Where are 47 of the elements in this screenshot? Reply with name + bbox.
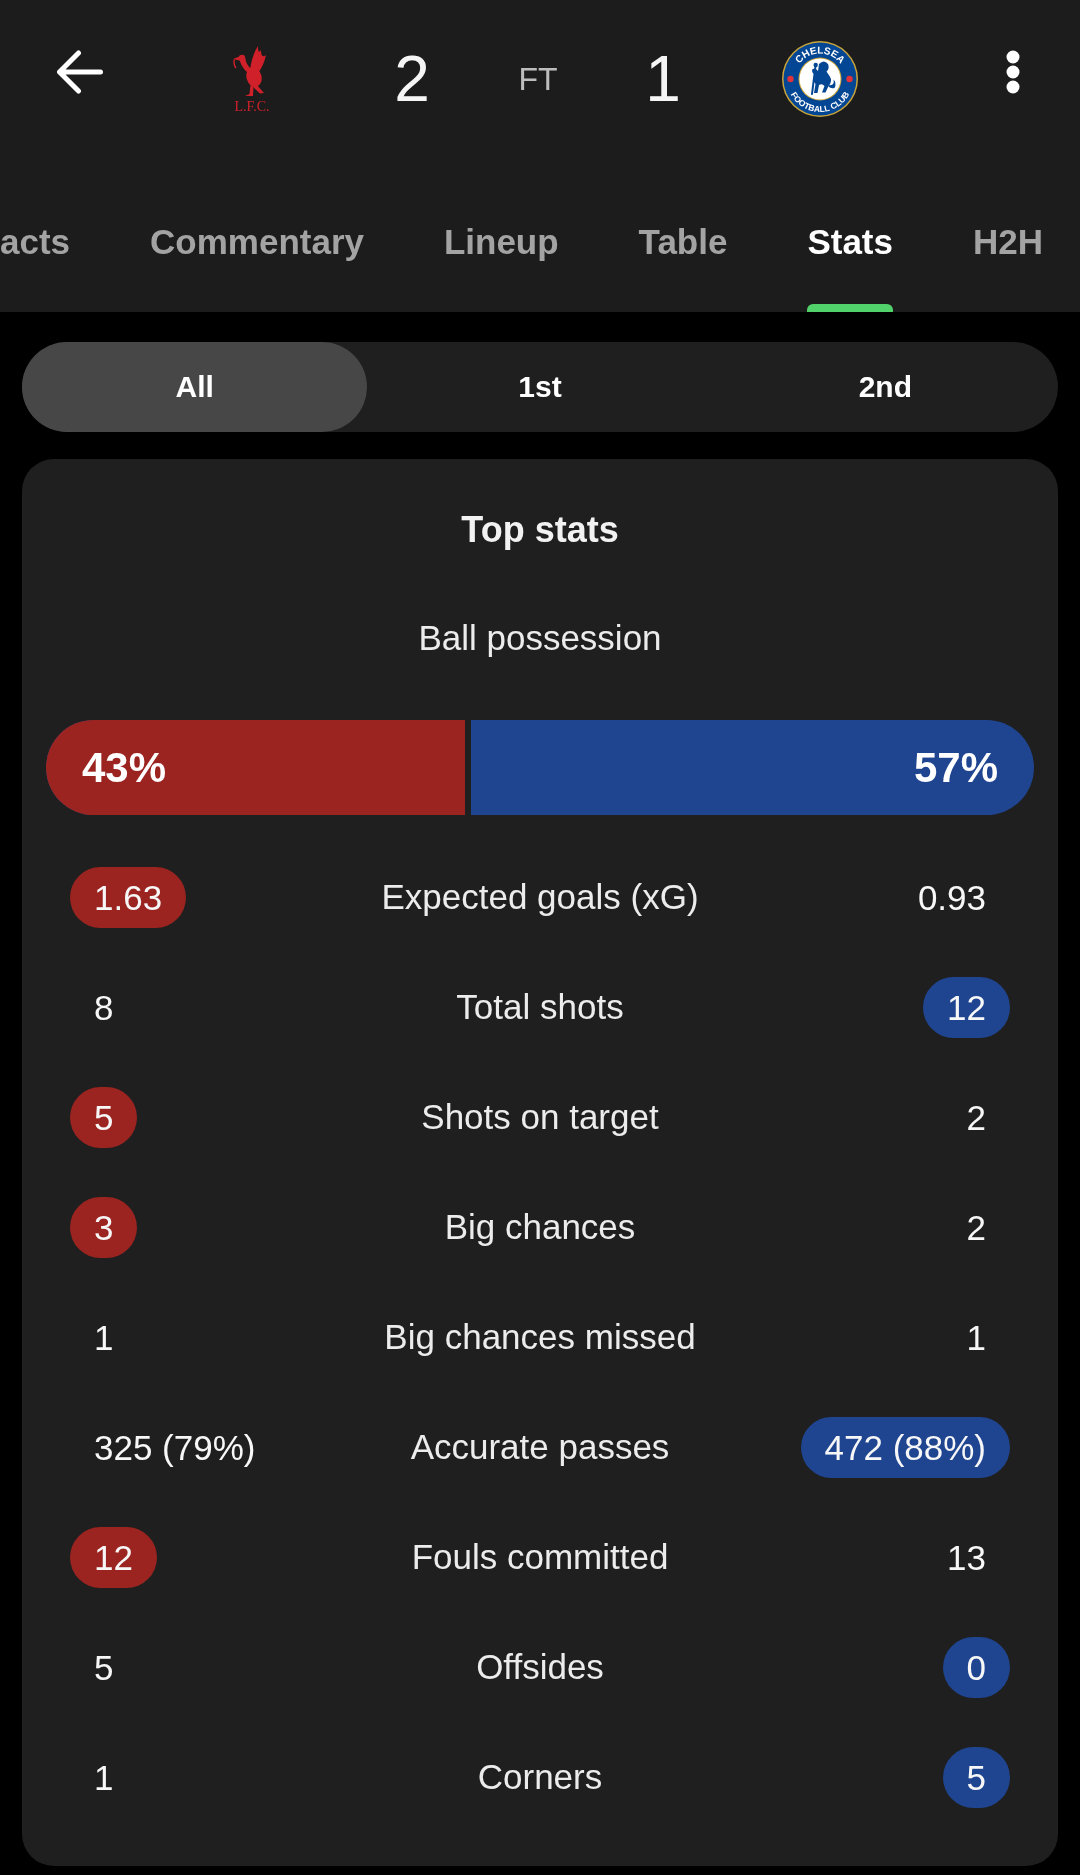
stat-value: 5	[942, 1746, 1010, 1808]
stat-value: 472 (88%)	[800, 1416, 1010, 1478]
stat-value: 0	[942, 1636, 1010, 1698]
stat-label: Corners	[477, 1756, 603, 1798]
stat-value: 2	[966, 1096, 986, 1139]
stat-value: 0.93	[917, 876, 986, 919]
period-tab[interactable]: 2nd	[712, 342, 1058, 432]
stat-value: 1	[94, 1316, 114, 1359]
away-score: 1	[645, 47, 681, 111]
stat-value: 13	[947, 1536, 986, 1579]
stat-label: Big chances missed	[384, 1316, 696, 1358]
stat-value: 5	[70, 1086, 138, 1148]
more-options-icon[interactable]	[1006, 50, 1020, 94]
stat-value: 325 (79%)	[94, 1426, 256, 1469]
stat-value: 1	[966, 1316, 986, 1359]
stat-value: 1	[94, 1756, 114, 1799]
stat-value: 1.63	[70, 866, 187, 928]
possession-value: 57%	[913, 742, 998, 793]
crest-icon	[782, 41, 858, 117]
stat-value: 12	[923, 976, 1010, 1038]
match-status: FT	[518, 61, 558, 97]
stat-value: 2	[966, 1206, 986, 1249]
stat-label: Offsides	[476, 1646, 604, 1688]
stat-label: Total shots	[456, 986, 624, 1028]
stat-label: Expected goals (xG)	[381, 876, 699, 918]
tab[interactable]: Lineup	[443, 158, 559, 312]
stat-value: 3	[70, 1196, 138, 1258]
period-tab[interactable]: 1st	[367, 342, 713, 432]
stat-label: Ball possession	[418, 617, 662, 659]
stat-value: 12	[70, 1526, 157, 1588]
tab[interactable]: Commentary	[150, 158, 364, 312]
possession-value: 43%	[82, 742, 167, 793]
stat-value: 5	[94, 1646, 114, 1689]
section-title: Top stats	[461, 508, 619, 552]
back-arrow-icon[interactable]	[57, 50, 103, 94]
stat-label: Accurate passes	[410, 1426, 670, 1468]
tab[interactable]: Stats	[807, 158, 893, 312]
stat-label: Shots on target	[421, 1096, 659, 1138]
period-tab[interactable]: All	[22, 342, 368, 432]
stat-label: Big chances	[444, 1206, 636, 1248]
tab[interactable]: Table	[638, 158, 728, 312]
tab[interactable]: H2H	[972, 158, 1043, 312]
home-score: 2	[394, 47, 430, 111]
logo-text: L.F.C.	[234, 99, 270, 114]
stat-label: Fouls committed	[411, 1536, 669, 1578]
stat-value: 8	[94, 986, 114, 1029]
tab[interactable]: acts	[0, 158, 71, 312]
